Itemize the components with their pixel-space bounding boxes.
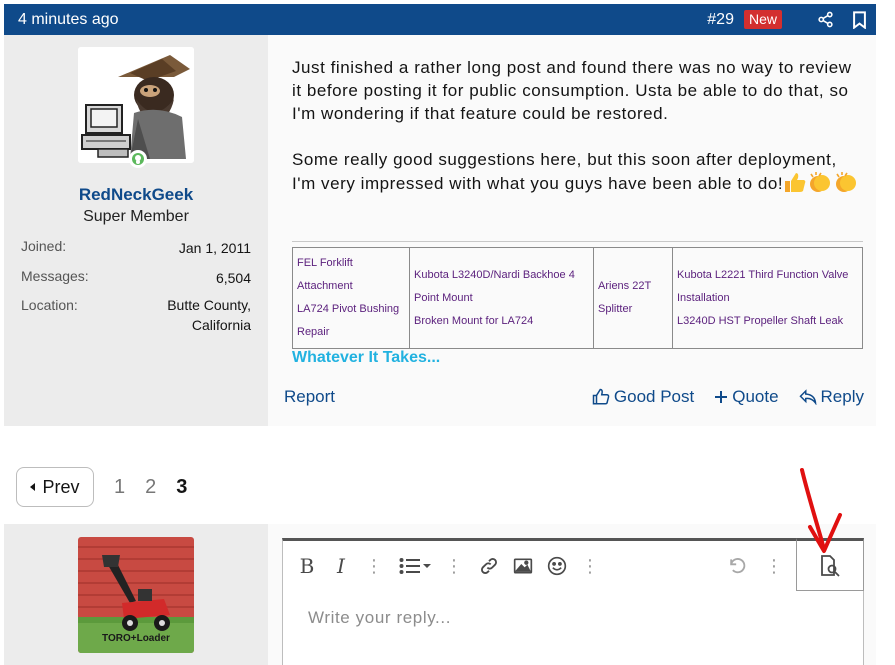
- signature-link[interactable]: Kubota L3240D/Nardi Backhoe 4 Point Moun…: [414, 264, 589, 310]
- signature-cell: Kubota L2221 Third Function Valve Instal…: [672, 247, 863, 349]
- post-timestamp[interactable]: 4 minutes ago: [18, 11, 707, 29]
- bold-button[interactable]: B: [297, 554, 317, 578]
- signature-link[interactable]: LA724 Pivot Bushing Repair: [297, 298, 405, 344]
- reply-input[interactable]: Write your reply...: [308, 608, 451, 628]
- quote-label: Quote: [732, 387, 779, 406]
- stat-joined: Joined: Jan 1, 2011: [21, 238, 251, 258]
- more-options-icon[interactable]: ⋮: [581, 554, 599, 578]
- image-icon: [513, 558, 533, 574]
- page-link-current: 3: [176, 475, 188, 498]
- smilie-button[interactable]: [547, 554, 567, 578]
- good-post-label: Good Post: [613, 387, 695, 406]
- undo-icon: [730, 558, 746, 574]
- plus-icon: [715, 391, 728, 403]
- user-title: Super Member: [83, 208, 189, 225]
- annotation-arrow-icon: [800, 468, 842, 553]
- thumbs-up-icon: [592, 388, 610, 405]
- pagination: Prev 1 2 3: [16, 467, 187, 507]
- post-number[interactable]: #29: [707, 11, 734, 29]
- stat-value[interactable]: Butte County, California: [141, 295, 251, 335]
- reply-button[interactable]: Reply: [798, 387, 864, 407]
- link-button[interactable]: [479, 554, 499, 578]
- message-actions: Report Good Post Quote Reply: [284, 387, 864, 407]
- stat-label: Joined:: [21, 238, 67, 254]
- reply-icon: [798, 389, 816, 405]
- bookmark-icon[interactable]: [850, 10, 868, 29]
- signature-link[interactable]: Ariens 22T Splitter: [598, 275, 668, 321]
- page-link-2[interactable]: 2: [145, 476, 156, 499]
- thumbs-up-emoji: [783, 171, 807, 199]
- undo-button[interactable]: [727, 554, 747, 578]
- list-icon: [399, 558, 431, 574]
- list-button[interactable]: [399, 554, 431, 578]
- new-badge: New: [743, 10, 782, 29]
- smile-icon: [547, 556, 567, 576]
- share-icon[interactable]: [816, 11, 834, 29]
- reply-avatar[interactable]: TORO+Loader: [78, 537, 194, 653]
- editor-toolbar: B I ⋮ ⋮ ⋮ ⋮: [283, 541, 863, 591]
- signature-link[interactable]: Broken Mount for LA724: [414, 310, 589, 333]
- stat-label: Messages:: [21, 268, 89, 284]
- page-link-1[interactable]: 1: [114, 476, 125, 499]
- prev-label: Prev: [42, 476, 80, 497]
- message-body: Just finished a rather long post and fou…: [292, 56, 862, 222]
- clapping-hands-emoji: [807, 171, 833, 199]
- prev-button[interactable]: Prev: [16, 467, 94, 507]
- stat-location: Location: Butte County, California: [21, 295, 251, 335]
- signature-cell: Kubota L3240D/Nardi Backhoe 4 Point Moun…: [409, 247, 594, 349]
- quote-button[interactable]: Quote: [714, 387, 779, 407]
- message-text: Some really good suggestions here, but t…: [292, 150, 837, 193]
- stat-value: Jan 1, 2011: [178, 240, 251, 256]
- good-post-button[interactable]: Good Post: [592, 387, 694, 407]
- stat-value[interactable]: 6,504: [216, 268, 251, 288]
- italic-button[interactable]: I: [331, 554, 351, 578]
- more-options-icon[interactable]: ⋮: [445, 554, 463, 578]
- caret-left-icon: [30, 483, 36, 491]
- avatar[interactable]: [78, 47, 194, 163]
- message-paragraph: Some really good suggestions here, but t…: [292, 148, 862, 199]
- signature-cell: FEL Forklift Attachment LA724 Pivot Bush…: [292, 247, 410, 349]
- post-user-info: RedNeckGeek Super Member Joined: Jan 1, …: [4, 35, 268, 426]
- link-icon: [481, 558, 497, 574]
- signature-link[interactable]: L3240D HST Propeller Shaft Leak: [677, 310, 858, 333]
- post-header: 4 minutes ago #29 New: [4, 4, 876, 35]
- avatar-image: [78, 47, 194, 163]
- signature-link[interactable]: Kubota L2221 Third Function Valve Instal…: [677, 264, 858, 310]
- message-paragraph: Just finished a rather long post and fou…: [292, 58, 852, 123]
- signature-cell: Ariens 22T Splitter: [593, 247, 673, 349]
- clapping-hands-emoji: [833, 171, 859, 199]
- stat-messages: Messages: 6,504: [21, 268, 251, 288]
- online-status-icon: [129, 150, 147, 168]
- user-stats: Joined: Jan 1, 2011 Messages: 6,504 Loca…: [21, 238, 251, 345]
- report-link[interactable]: Report: [284, 387, 572, 407]
- stat-label: Location:: [21, 297, 78, 313]
- signature-tagline: Whatever It Takes...: [292, 349, 441, 366]
- more-options-icon[interactable]: ⋮: [365, 554, 383, 578]
- username[interactable]: RedNeckGeek: [4, 185, 268, 205]
- reply-user-info: TORO+Loader: [4, 524, 268, 665]
- insert-image-button[interactable]: [513, 554, 533, 578]
- signature-divider: [292, 241, 863, 242]
- reply-label: Reply: [820, 387, 864, 406]
- reply-editor: B I ⋮ ⋮ ⋮ ⋮ Write your reply...: [282, 538, 864, 665]
- signature-table: FEL Forklift Attachment LA724 Pivot Bush…: [292, 247, 863, 349]
- signature-link[interactable]: FEL Forklift Attachment: [297, 252, 405, 298]
- avatar-caption: TORO+Loader: [102, 633, 170, 644]
- message-cell: Just finished a rather long post and fou…: [268, 35, 876, 426]
